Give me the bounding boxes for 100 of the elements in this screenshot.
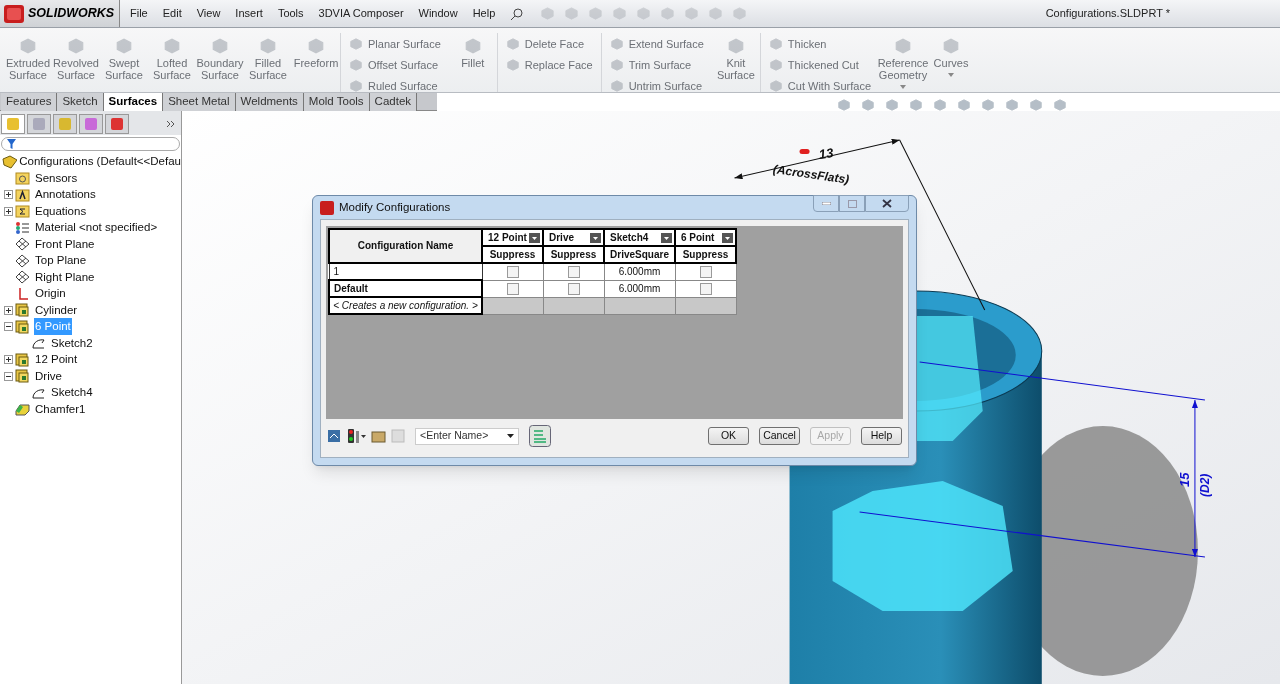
new-configuration-row[interactable]: < Creates a new configuration. > (329, 297, 482, 314)
tree-item[interactable]: 12 Point (34, 351, 79, 369)
ribbon-button[interactable]: Boundary Surface (196, 33, 244, 92)
tree-item[interactable]: Top Plane (34, 252, 88, 270)
checkbox[interactable] (567, 282, 580, 295)
toolbar-icon (684, 6, 700, 21)
row-name-cell[interactable]: 1 (329, 263, 482, 280)
tree-item[interactable]: Right Plane (34, 268, 96, 286)
ribbon-button[interactable]: Swept Surface (100, 33, 148, 92)
ribbon-button[interactable]: Knit Surface (711, 33, 760, 92)
traffic-light-icon[interactable] (347, 429, 367, 443)
menu-item[interactable]: Help (472, 5, 496, 22)
dropdown-icon[interactable] (661, 232, 672, 243)
ribbon-button[interactable]: Untrim Surface (609, 78, 704, 94)
close-button[interactable] (865, 195, 909, 212)
ribbon-button[interactable]: Offset Surface (349, 57, 441, 73)
checkbox[interactable] (699, 265, 712, 278)
menu-item[interactable]: Edit (162, 5, 182, 22)
table-icon[interactable] (327, 429, 341, 443)
view-icon (885, 97, 899, 112)
dialog-button[interactable]: Help (861, 427, 902, 445)
tree-item[interactable]: Drive (34, 367, 63, 385)
panel-tab[interactable] (1, 114, 25, 134)
view-icon (933, 97, 947, 112)
ribbon-button[interactable]: Extruded Surface (4, 33, 52, 92)
ribbon-button[interactable]: Lofted Surface (148, 33, 196, 92)
caret-icon (507, 434, 514, 438)
tab[interactable]: Sketch (57, 93, 104, 111)
surface-icon (115, 37, 133, 55)
material-icon (15, 220, 30, 235)
dialog-button[interactable]: OK (708, 427, 749, 445)
tree-item[interactable]: Cylinder (34, 301, 79, 319)
collapse-icon[interactable] (4, 371, 13, 381)
tree-item[interactable]: Sketch4 (50, 384, 94, 402)
ribbon-button[interactable]: Filled Surface (244, 33, 292, 92)
checkbox[interactable] (506, 265, 519, 278)
ribbon-button[interactable]: Extend Surface (609, 36, 704, 52)
menu-item[interactable]: Insert (235, 5, 263, 22)
tab[interactable]: Cadtek (369, 93, 418, 111)
view-icon (909, 97, 923, 112)
dropdown-icon[interactable] (722, 232, 733, 243)
ribbon-button[interactable]: Fillet (448, 33, 497, 92)
ribbon-button[interactable]: Curves (927, 33, 975, 92)
filter-icon (7, 139, 16, 149)
toolbar-icon (564, 6, 580, 21)
tree-item[interactable]: Front Plane (34, 235, 96, 253)
ribbon-button[interactable]: Ruled Surface (349, 78, 441, 94)
view-icon (1005, 97, 1019, 112)
expand-icon[interactable] (4, 206, 13, 216)
tree-item[interactable]: Chamfer1 (34, 400, 87, 418)
tree-item[interactable]: Equations (34, 202, 88, 220)
tab[interactable]: Features (1, 93, 58, 111)
feature-icon (15, 319, 30, 334)
chevron-icon[interactable] (166, 119, 176, 129)
ribbon-button[interactable]: Reference Geometry (879, 33, 927, 92)
tree-item[interactable]: Sketch2 (50, 334, 94, 352)
expand-icon[interactable] (4, 190, 13, 200)
tree-item[interactable]: Sensors (34, 169, 79, 187)
tree-root[interactable]: Configurations (Default<<Defau (19, 152, 181, 171)
expand-icon[interactable] (4, 355, 13, 365)
menu-item[interactable]: View (196, 5, 221, 22)
ribbon-button[interactable]: Revolved Surface (52, 33, 100, 92)
expand-icon[interactable] (4, 305, 13, 315)
ribbon-button[interactable]: Thickened Cut (768, 57, 871, 73)
dropdown-icon[interactable] (590, 232, 601, 243)
dialog-button[interactable]: Cancel (759, 427, 800, 445)
menu-item[interactable]: Window (418, 5, 458, 22)
surface-icon (349, 58, 363, 72)
tab[interactable]: Weldments (235, 93, 304, 111)
menu-item[interactable]: Tools (277, 5, 304, 22)
tree-item[interactable]: Origin (34, 285, 67, 303)
menu-item[interactable]: File (130, 5, 148, 22)
checkbox[interactable] (506, 282, 519, 295)
checkbox[interactable] (567, 265, 580, 278)
panel-tab[interactable] (105, 114, 129, 134)
tree-item[interactable]: Material <not specified> (34, 219, 159, 237)
ribbon-button[interactable]: Delete Face (505, 36, 593, 52)
collapse-icon[interactable] (4, 322, 13, 332)
toolbar-icon (612, 6, 628, 21)
menu-item[interactable]: 3DVIA Composer (318, 5, 404, 22)
tree-item[interactable]: Annotations (34, 186, 97, 204)
surface-icon (942, 37, 960, 55)
ribbon-button[interactable]: Cut With Surface (768, 78, 871, 94)
surface-icon (768, 37, 783, 51)
checkbox[interactable] (699, 282, 712, 295)
filter-field[interactable] (1, 137, 180, 151)
sheet-icon[interactable] (529, 425, 551, 447)
tab[interactable]: Mold Tools (303, 93, 370, 111)
ribbon-button[interactable]: Planar Surface (349, 36, 441, 52)
feature-icon (15, 303, 30, 318)
ribbon-button[interactable]: Trim Surface (609, 57, 704, 73)
toolbar-icon (708, 6, 724, 21)
dropdown-icon[interactable] (529, 232, 540, 243)
ribbon-button[interactable]: Freeform (292, 33, 340, 92)
tab[interactable]: Surfaces (103, 93, 164, 111)
tab[interactable]: Sheet Metal (163, 93, 236, 111)
ribbon-button[interactable]: Replace Face (505, 57, 593, 73)
ribbon-button[interactable]: Thicken (768, 36, 871, 52)
name-combo[interactable]: <Enter Name> (415, 427, 519, 445)
row-name-cell[interactable]: Default (329, 280, 482, 297)
